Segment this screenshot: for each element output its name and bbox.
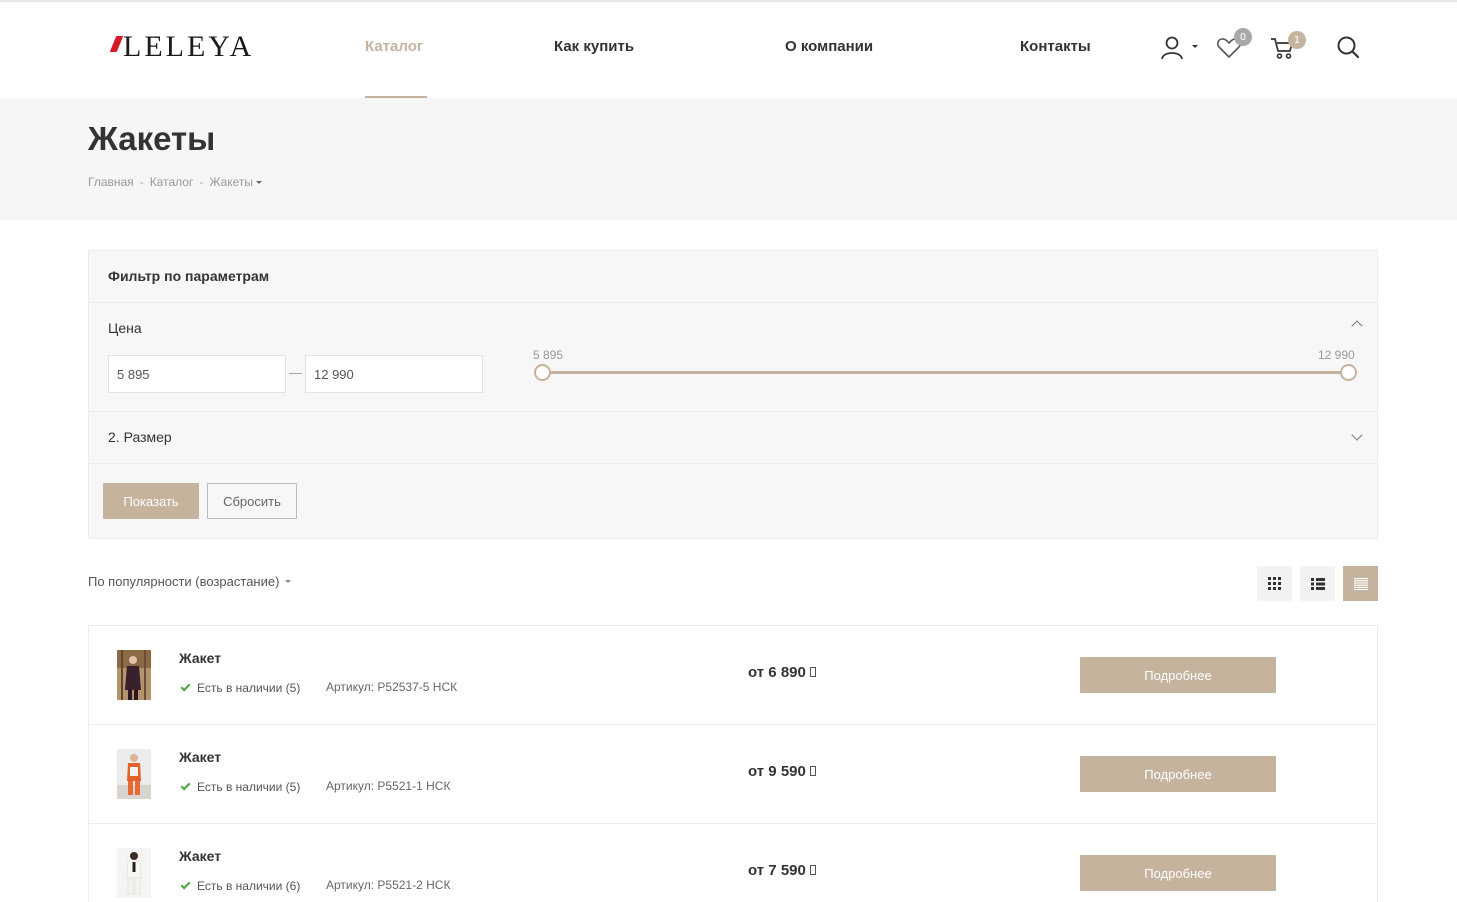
currency-icon xyxy=(809,667,816,677)
logo-text: LELEYA xyxy=(123,30,255,63)
cart-count-badge: 1 xyxy=(1288,31,1306,49)
favorites-button[interactable]: 0 xyxy=(1216,28,1256,62)
grid-view-button[interactable] xyxy=(1257,566,1292,601)
price-filter-toggle[interactable]: Цена xyxy=(108,320,142,336)
chevron-down-icon xyxy=(285,580,292,583)
price-slider-max-handle[interactable] xyxy=(1340,364,1357,381)
chevron-up-icon[interactable] xyxy=(1351,320,1363,332)
product-price: от 7 590 xyxy=(748,862,816,879)
stock-text: Есть в наличии (5) xyxy=(197,780,301,794)
cart-button[interactable]: 1 xyxy=(1270,28,1310,62)
search-icon xyxy=(1337,36,1360,59)
divider xyxy=(89,411,1377,412)
product-name[interactable]: Жакет xyxy=(179,848,221,864)
list-item: Жакет Есть в наличии (5) Артикул: P5521-… xyxy=(89,725,1377,824)
stock-text: Есть в наличии (5) xyxy=(197,681,301,695)
price-text: от 7 590 xyxy=(748,862,806,879)
list-view-button[interactable] xyxy=(1300,566,1335,601)
slider-max-label: 12 990 xyxy=(1318,348,1355,362)
details-button[interactable]: Подробнее xyxy=(1080,657,1276,693)
nav-item-about[interactable]: О компании xyxy=(785,38,873,55)
check-icon xyxy=(180,879,191,890)
product-name[interactable]: Жакет xyxy=(179,650,221,666)
stock-status: Есть в наличии (5) xyxy=(180,780,301,794)
price-max-input[interactable] xyxy=(305,355,483,393)
site-header: LELEYA Каталог Как купить О компании Кон… xyxy=(0,2,1457,98)
product-image[interactable] xyxy=(117,848,151,898)
product-article: Артикул: P5521-1 НСК xyxy=(326,779,451,793)
size-filter-toggle[interactable]: 2. Размер xyxy=(108,429,172,445)
check-icon xyxy=(180,681,191,692)
filter-panel: Фильтр по параметрам Цена — 5 895 12 990… xyxy=(88,250,1378,539)
list-item: Жакет Есть в наличии (6) Артикул: P5521-… xyxy=(89,824,1377,902)
check-icon xyxy=(180,780,191,791)
filter-title: Фильтр по параметрам xyxy=(108,268,270,284)
sort-dropdown[interactable]: По популярности (возрастание) xyxy=(88,574,292,589)
logo[interactable]: LELEYA xyxy=(109,30,255,64)
user-icon xyxy=(1161,36,1198,60)
nav-item-contacts[interactable]: Контакты xyxy=(1020,38,1091,55)
reset-button[interactable]: Сбросить xyxy=(207,483,297,519)
product-image[interactable] xyxy=(117,749,151,799)
price-range-dash: — xyxy=(289,365,302,380)
price-slider-track[interactable] xyxy=(541,371,1349,374)
nav-item-catalog[interactable]: Каталог xyxy=(365,38,423,55)
stock-status: Есть в наличии (6) xyxy=(180,879,301,893)
details-button[interactable]: Подробнее xyxy=(1080,855,1276,891)
stock-text: Есть в наличии (6) xyxy=(197,879,301,893)
breadcrumb-catalog[interactable]: Каталог xyxy=(150,175,194,189)
details-button[interactable]: Подробнее xyxy=(1080,756,1276,792)
table-view-icon xyxy=(1353,577,1368,590)
price-slider-min-handle[interactable] xyxy=(534,364,551,381)
product-price: от 9 590 xyxy=(748,763,816,780)
breadcrumb-home[interactable]: Главная xyxy=(88,175,134,189)
product-name[interactable]: Жакет xyxy=(179,749,221,765)
logo-mark-icon xyxy=(109,33,124,61)
list-view-icon xyxy=(1310,577,1325,590)
page-title-band: Жакеты Главная - Каталог - Жакеты xyxy=(0,98,1457,220)
chevron-down-icon[interactable] xyxy=(1351,429,1363,441)
breadcrumb-current[interactable]: Жакеты xyxy=(209,175,253,189)
product-price: от 6 890 xyxy=(748,664,816,681)
currency-icon xyxy=(809,766,816,776)
sort-label: По популярности (возрастание) xyxy=(88,574,280,589)
chevron-down-icon[interactable] xyxy=(255,180,262,184)
product-image[interactable] xyxy=(117,650,151,700)
table-view-button[interactable] xyxy=(1343,566,1378,601)
stock-status: Есть в наличии (5) xyxy=(180,681,301,695)
user-menu-button[interactable] xyxy=(1160,35,1200,61)
breadcrumb-separator: - xyxy=(199,175,204,189)
divider xyxy=(89,302,1377,303)
search-button[interactable] xyxy=(1336,35,1362,61)
price-text: от 6 890 xyxy=(748,664,806,681)
product-article: Артикул: P52537-5 НСК xyxy=(326,680,458,694)
breadcrumb: Главная - Каталог - Жакеты xyxy=(88,175,262,189)
price-text: от 9 590 xyxy=(748,763,806,780)
product-list: Жакет Есть в наличии (5) Артикул: P52537… xyxy=(88,625,1378,902)
divider xyxy=(89,463,1377,464)
list-item: Жакет Есть в наличии (5) Артикул: P52537… xyxy=(89,626,1377,725)
favorites-count-badge: 0 xyxy=(1234,28,1252,46)
nav-item-how-to-buy[interactable]: Как купить xyxy=(554,38,634,55)
currency-icon xyxy=(809,865,816,875)
slider-min-label: 5 895 xyxy=(533,348,564,362)
breadcrumb-separator: - xyxy=(139,175,144,189)
price-min-input[interactable] xyxy=(108,355,286,393)
show-button[interactable]: Показать xyxy=(103,483,199,519)
page-title: Жакеты xyxy=(88,120,216,157)
grid-view-icon xyxy=(1268,577,1281,590)
product-article: Артикул: P5521-2 НСК xyxy=(326,878,451,892)
